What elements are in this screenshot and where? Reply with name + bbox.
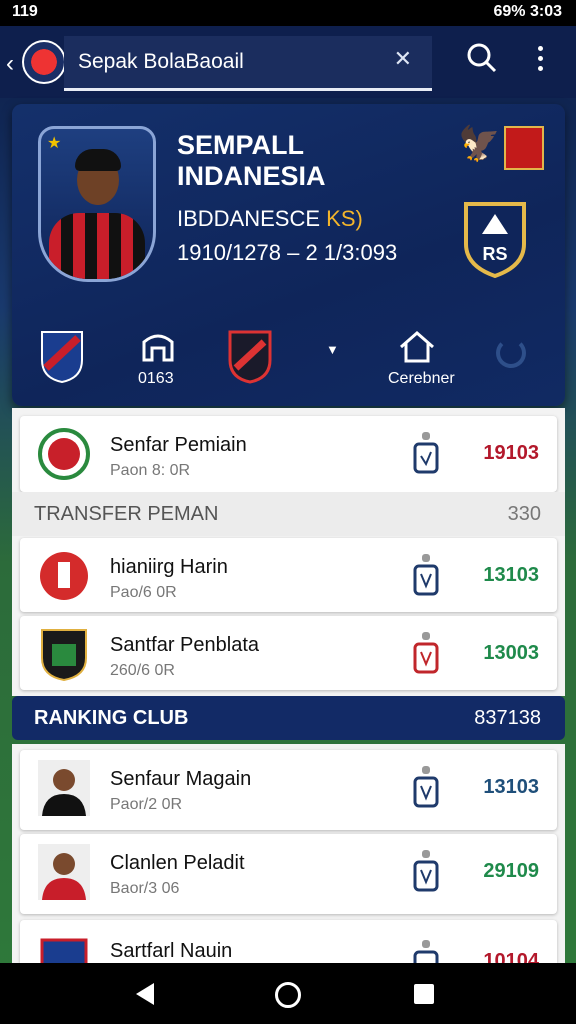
player-hero-card[interactable]: ★ SEMPALL INDANESIA IBDDANESCE KS) 1910/… xyxy=(12,104,565,406)
lock-icon[interactable] xyxy=(412,938,440,963)
player-name: Senfaur Magain xyxy=(110,768,252,790)
section-title: TRANSFER PEMAN xyxy=(34,503,219,525)
search-field[interactable]: Sepak BolaBaoail ✕ xyxy=(64,36,432,91)
clear-icon[interactable]: ✕ xyxy=(394,46,412,72)
team-label-home: Cerebner xyxy=(388,370,455,387)
player-meta: Pao/6 0R xyxy=(110,584,177,601)
more-vert-icon[interactable] xyxy=(532,46,548,76)
player-name: Santfar Penblata xyxy=(110,634,259,656)
club-logo-icon xyxy=(41,629,87,682)
section-count: 837138 xyxy=(474,707,541,729)
team-label-stadium: 0163 xyxy=(138,370,174,387)
club-logo-icon xyxy=(40,552,88,600)
player-subtitle-main: IBDDANESCE xyxy=(177,206,321,231)
player-meta: 260/6 0R xyxy=(110,662,175,679)
list-item[interactable]: Senfar Pemiain Paon 8: 0R 19103 xyxy=(20,416,557,492)
player-value: 13103 xyxy=(483,776,539,798)
player-name: Sartfarl Nauin xyxy=(110,940,233,962)
list-item[interactable]: Santfar Penblata 260/6 0R 13003 xyxy=(20,616,557,690)
lock-icon[interactable] xyxy=(412,764,440,810)
search-icon[interactable] xyxy=(466,42,498,74)
nav-recent-apps-icon[interactable] xyxy=(414,984,434,1004)
player-subtitle-tag: KS) xyxy=(326,206,363,231)
section-title: RANKING CLUB xyxy=(34,707,189,729)
lock-icon[interactable] xyxy=(412,552,440,598)
player-name: Clanlen Peladit xyxy=(110,852,245,874)
section-count: 330 xyxy=(507,503,541,525)
club-badge-icon[interactable] xyxy=(38,328,86,384)
system-nav-bar xyxy=(0,963,576,1024)
player-value: 13003 xyxy=(483,642,539,664)
player-meta: Paon 8: 0R xyxy=(110,462,191,479)
transfer-section-header[interactable]: TRANSFER PEMAN 330 xyxy=(12,492,565,536)
list-item[interactable]: Sartfarl Nauin 10104 xyxy=(20,920,557,963)
star-icon: ★ xyxy=(47,135,62,152)
ranking-section-header[interactable]: RANKING CLUB 837138 xyxy=(12,696,565,740)
player-name: SEMPALL INDANESIA xyxy=(177,130,326,191)
status-right: 69% 3:03 xyxy=(493,3,563,20)
flag-badge xyxy=(504,126,544,170)
player-value: 29109 xyxy=(483,860,539,882)
club-badge-icon[interactable] xyxy=(226,328,274,384)
player-avatar xyxy=(38,760,90,816)
eagle-icon: 🦅 xyxy=(458,125,501,163)
team-row: 0163 ▼ Cerebner xyxy=(12,320,565,390)
lock-icon[interactable] xyxy=(412,848,440,894)
player-subtitle: IBDDANESCE KS) xyxy=(177,206,363,232)
player-value: 10104 xyxy=(483,950,539,963)
dropdown-arrow-icon[interactable]: ▼ xyxy=(326,342,339,357)
status-bar: 119 69% 3:03 xyxy=(0,0,576,26)
player-name: Senfar Pemiain xyxy=(110,434,247,456)
player-stat-line: 1910/1278 – 2 1/3:093 xyxy=(177,240,398,265)
refresh-icon[interactable] xyxy=(496,338,526,368)
back-arrow-icon[interactable]: ‹ xyxy=(6,50,14,78)
player-name: hianiirg Harin xyxy=(110,556,228,578)
lock-icon[interactable] xyxy=(412,430,440,476)
nav-back-icon[interactable] xyxy=(136,983,154,1005)
app-logo[interactable] xyxy=(22,40,66,84)
list-item[interactable]: Senfaur Magain Paor/2 0R 13103 xyxy=(20,750,557,830)
home-icon[interactable] xyxy=(398,330,436,364)
nav-home-icon[interactable] xyxy=(275,982,301,1008)
player-value: 13103 xyxy=(483,564,539,586)
list-item[interactable]: hianiirg Harin Pao/6 0R 13103 xyxy=(20,538,557,612)
club-logo-icon xyxy=(40,938,88,963)
list-item[interactable]: Clanlen Peladit Baor/3 06 29109 xyxy=(20,834,557,914)
crest-text: RS xyxy=(482,244,507,264)
player-meta: Paor/2 0R xyxy=(110,796,183,813)
player-photo: ★ xyxy=(38,126,156,282)
club-crest-icon: RS xyxy=(464,202,526,278)
player-avatar xyxy=(38,844,90,900)
club-logo-icon xyxy=(38,428,90,480)
lock-icon[interactable] xyxy=(412,630,440,676)
stadium-icon[interactable] xyxy=(140,330,176,364)
app-bar: ‹ Sepak BolaBaoail ✕ xyxy=(0,26,576,98)
status-left: 119 xyxy=(12,3,38,20)
search-input[interactable]: Sepak BolaBaoail xyxy=(78,50,244,74)
player-value: 19103 xyxy=(483,442,539,464)
player-meta: Baor/3 06 xyxy=(110,880,180,897)
